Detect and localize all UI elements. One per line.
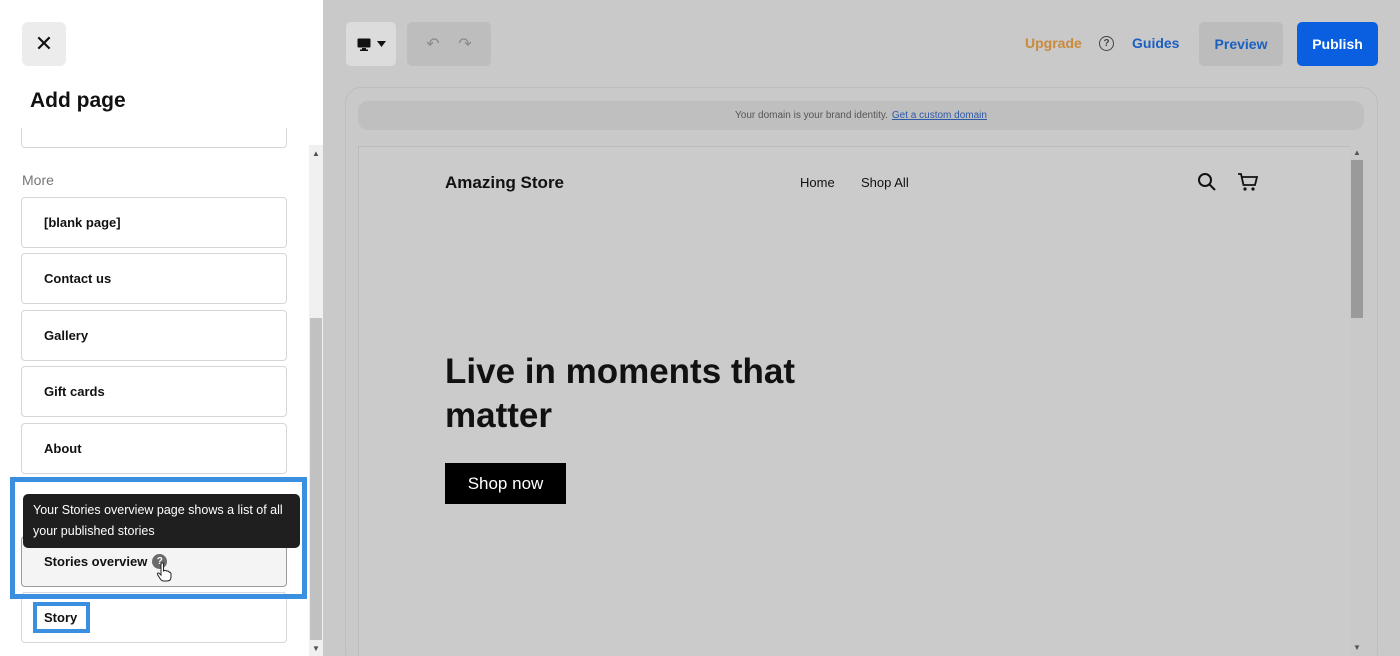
page-card-label: Story: [44, 610, 78, 625]
preview-button[interactable]: Preview: [1199, 22, 1283, 66]
page-card-label: About: [44, 441, 82, 456]
pointer-hand-icon: [156, 562, 172, 582]
help-icon[interactable]: ?: [1099, 36, 1114, 51]
undo-icon[interactable]: ↶: [426, 34, 439, 54]
page-card-label: Gift cards: [44, 384, 105, 399]
panel-scrollbar-thumb[interactable]: [310, 318, 322, 640]
page-card-label: [blank page]: [44, 215, 121, 230]
search-icon[interactable]: [1197, 172, 1217, 192]
scroll-down-arrow[interactable]: ▼: [310, 643, 322, 655]
add-page-panel: ✕ Add page More [blank page] Contact us …: [0, 0, 323, 656]
tooltip: Your Stories overview page shows a list …: [23, 494, 300, 548]
cart-icon[interactable]: [1237, 172, 1259, 192]
nav-item-home[interactable]: Home: [800, 175, 835, 190]
publish-button[interactable]: Publish: [1297, 22, 1378, 66]
page-card-label: Contact us: [44, 271, 112, 286]
page-card-story[interactable]: Story: [21, 592, 287, 643]
redo-icon[interactable]: ↷: [458, 34, 471, 54]
nav-item-shop-all[interactable]: Shop All: [861, 175, 909, 190]
site-scroll-up-arrow[interactable]: ▲: [1351, 148, 1363, 157]
panel-title: Add page: [30, 89, 126, 112]
page-card-blank-page[interactable]: [blank page]: [21, 197, 287, 248]
page-card-gift-cards[interactable]: Gift cards: [21, 366, 287, 417]
guides-link[interactable]: Guides: [1132, 35, 1179, 51]
close-button[interactable]: ✕: [22, 22, 66, 66]
scroll-up-arrow[interactable]: ▲: [310, 148, 322, 160]
page-card-partial[interactable]: [21, 128, 287, 148]
section-label-more: More: [22, 172, 54, 188]
undo-redo-group: ↶ ↷: [407, 22, 491, 66]
page-card-label: Stories overview: [44, 554, 148, 569]
site-scroll-down-arrow[interactable]: ▼: [1351, 643, 1363, 652]
close-icon: ✕: [34, 31, 54, 56]
page-card-label: Gallery: [44, 328, 89, 343]
shop-now-button[interactable]: Shop now: [445, 463, 566, 504]
hero-title: Live in moments that matter: [445, 352, 796, 435]
custom-domain-link[interactable]: Get a custom domain: [892, 110, 987, 121]
page-card-contact-us[interactable]: Contact us: [21, 253, 287, 304]
page-card-gallery[interactable]: Gallery: [21, 310, 287, 361]
upgrade-link[interactable]: Upgrade: [1025, 35, 1082, 51]
site-scrollbar-thumb[interactable]: [1351, 160, 1363, 318]
page-card-about[interactable]: About: [21, 423, 287, 474]
device-toggle-button[interactable]: [346, 22, 396, 66]
store-name[interactable]: Amazing Store: [445, 173, 564, 193]
chevron-down-icon: [376, 41, 386, 47]
domain-banner-text: Your domain is your brand identity.: [735, 110, 888, 121]
desktop-icon: [357, 38, 370, 51]
domain-banner: Your domain is your brand identity. Get …: [358, 101, 1364, 130]
